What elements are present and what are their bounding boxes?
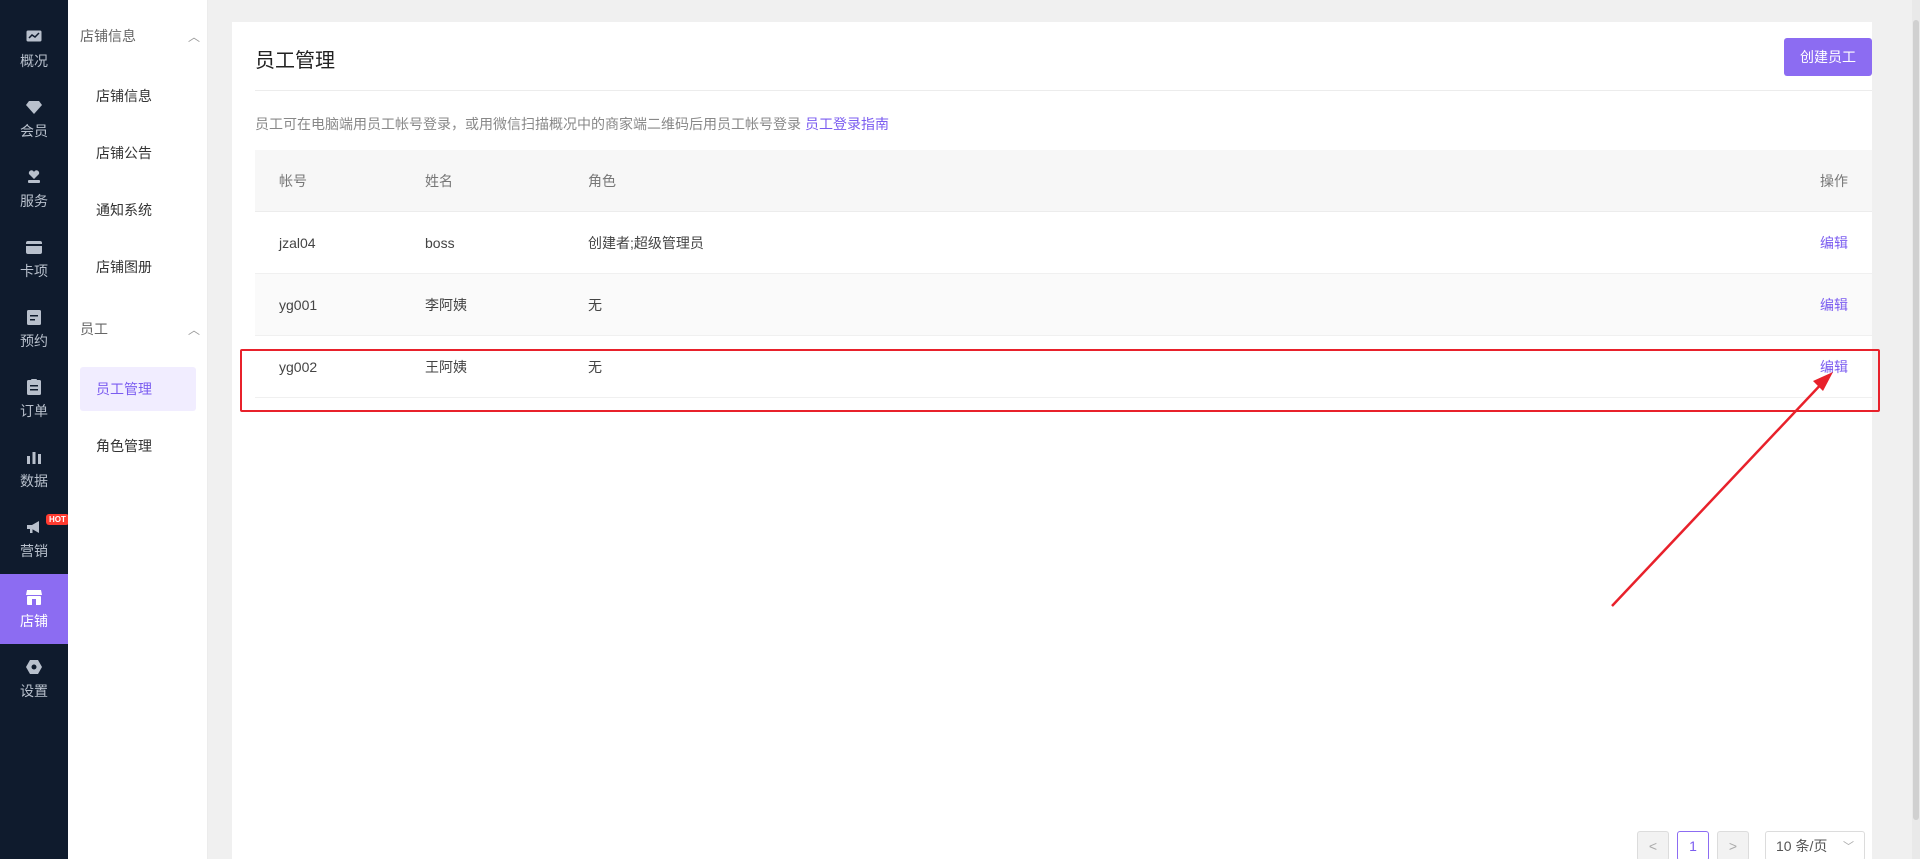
- dashboard-icon: [24, 27, 44, 47]
- submenu-item-role-management[interactable]: 角色管理: [80, 424, 196, 468]
- submenu-item-notification-system[interactable]: 通知系统: [80, 188, 196, 232]
- rail-label: 店铺: [20, 613, 48, 629]
- diamond-icon: [24, 97, 44, 117]
- table-row: jzal04 boss 创建者;超级管理员 编辑: [255, 212, 1872, 274]
- cell-account: yg002: [279, 358, 318, 375]
- create-staff-button[interactable]: 创建员工: [1784, 38, 1872, 76]
- rail-item-store[interactable]: 店铺: [0, 574, 68, 644]
- cell-name: 李阿姨: [425, 296, 467, 313]
- edit-link[interactable]: 编辑: [1820, 359, 1848, 375]
- chevron-up-icon: ︿: [187, 29, 200, 44]
- rail-label: 设置: [20, 683, 48, 699]
- page-1-button[interactable]: 1: [1677, 831, 1709, 859]
- menu-group-label: 员工: [80, 321, 108, 337]
- bar-chart-icon: [24, 447, 44, 467]
- hint-text: 员工可在电脑端用员工帐号登录，或用微信扫描概况中的商家端二维码后用员工帐号登录: [255, 116, 801, 132]
- rail-item-marketing[interactable]: HOT 营销: [0, 504, 69, 574]
- submenu-item-staff-management[interactable]: 员工管理: [80, 367, 196, 411]
- page-title: 员工管理: [255, 50, 335, 72]
- gear-icon: [24, 657, 44, 677]
- divider: [255, 90, 1872, 91]
- cell-role: 无: [588, 296, 602, 313]
- rail-label: 服务: [20, 193, 48, 209]
- megaphone-icon: [24, 517, 44, 537]
- cell-name: boss: [425, 234, 455, 251]
- page-size-select[interactable]: 10 条/页 ﹀: [1765, 831, 1865, 859]
- prev-page-button[interactable]: <: [1637, 831, 1669, 859]
- cell-account: jzal04: [279, 234, 316, 251]
- rail-item-data[interactable]: 数据: [0, 434, 68, 504]
- scrollbar[interactable]: [1912, 0, 1920, 859]
- chevron-down-icon: ﹀: [1843, 841, 1854, 853]
- scrollbar-thumb[interactable]: [1913, 20, 1919, 820]
- store-icon: [24, 587, 44, 607]
- rail-item-settings[interactable]: 设置: [0, 644, 68, 714]
- cell-account: yg001: [279, 296, 318, 313]
- rail-item-services[interactable]: 服务: [0, 154, 68, 224]
- table-row: yg002 王阿姨 无 编辑: [255, 336, 1872, 398]
- calendar-icon: [24, 307, 44, 327]
- cell-role: 创建者;超级管理员: [588, 234, 704, 251]
- rail-label: 营销: [20, 543, 48, 559]
- rail-item-overview[interactable]: 概况: [0, 14, 68, 84]
- next-page-button[interactable]: >: [1717, 831, 1749, 859]
- hot-badge: HOT: [46, 514, 69, 525]
- icon-rail: 概况 会员 服务 卡项 预约 订单 数据 HOT 营销 店铺 设置: [0, 0, 69, 859]
- card-icon: [24, 237, 44, 257]
- table-row: yg001 李阿姨 无 编辑: [255, 274, 1872, 336]
- main-card: 员工管理 创建员工 员工可在电脑端用员工帐号登录，或用微信扫描概况中的商家端二维…: [232, 22, 1872, 859]
- menu-group-label: 店铺信息: [80, 28, 136, 44]
- rail-item-booking[interactable]: 预约: [0, 294, 68, 364]
- rail-label: 会员: [20, 123, 48, 139]
- login-hint: 员工可在电脑端用员工帐号登录，或用微信扫描概况中的商家端二维码后用员工帐号登录员…: [255, 114, 889, 134]
- edit-link[interactable]: 编辑: [1820, 235, 1848, 251]
- cell-name: 王阿姨: [425, 358, 467, 375]
- header-account: 帐号: [279, 172, 307, 189]
- submenu-item-store-album[interactable]: 店铺图册: [80, 245, 196, 289]
- staff-table: 帐号 姓名 角色 操作 jzal04 boss 创建者;超级管理员 编辑 yg0…: [255, 150, 1872, 398]
- header-action: 操作: [1820, 172, 1848, 189]
- edit-link[interactable]: 编辑: [1820, 297, 1848, 313]
- cell-role: 无: [588, 358, 602, 375]
- clipboard-icon: [24, 377, 44, 397]
- chevron-up-icon: ︿: [187, 322, 200, 337]
- rail-item-orders[interactable]: 订单: [0, 364, 68, 434]
- menu-group-staff[interactable]: 员工 ︿: [80, 314, 200, 344]
- heart-hand-icon: [24, 167, 44, 187]
- rail-label: 卡项: [20, 263, 48, 279]
- rail-item-cards[interactable]: 卡项: [0, 224, 68, 294]
- rail-item-members[interactable]: 会员: [0, 84, 68, 154]
- rail-label: 概况: [20, 53, 48, 69]
- header-role: 角色: [588, 172, 616, 189]
- page-size-value: 10 条/页: [1776, 838, 1828, 854]
- rail-label: 数据: [20, 473, 48, 489]
- menu-group-store-info[interactable]: 店铺信息 ︿: [80, 21, 200, 51]
- header-name: 姓名: [425, 172, 453, 189]
- rail-label: 订单: [20, 403, 48, 419]
- submenu-item-store-notice[interactable]: 店铺公告: [80, 131, 196, 175]
- table-header: 帐号 姓名 角色 操作: [255, 150, 1872, 212]
- submenu-item-store-info[interactable]: 店铺信息: [80, 74, 196, 118]
- rail-label: 预约: [20, 333, 48, 349]
- login-guide-link[interactable]: 员工登录指南: [805, 116, 889, 132]
- secondary-menu: 店铺信息 ︿ 店铺信息 店铺公告 通知系统 店铺图册 员工 ︿ 员工管理 角色管…: [68, 0, 208, 859]
